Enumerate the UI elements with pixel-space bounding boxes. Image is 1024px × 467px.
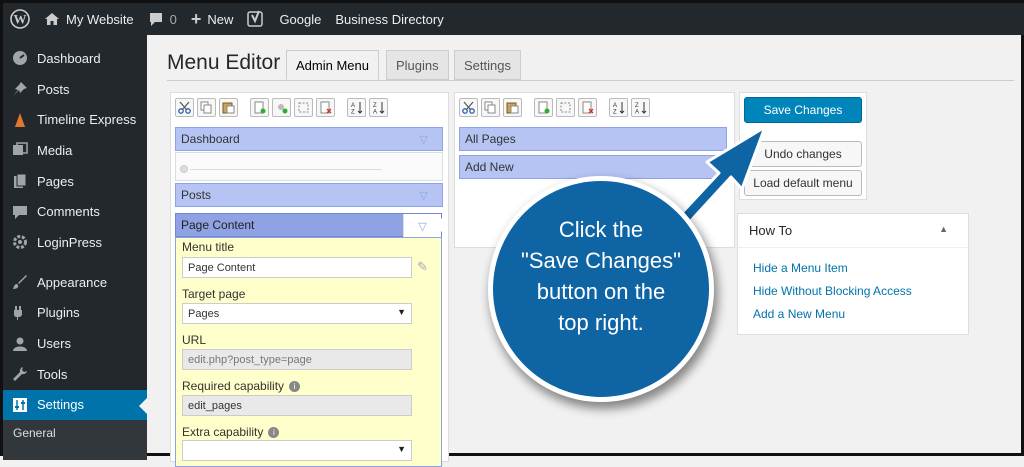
- callout-line: button on the: [536, 279, 666, 304]
- callout-line: top right.: [558, 310, 644, 335]
- callout-line: Click the: [558, 217, 644, 242]
- callout-line: "Save Changes": [521, 248, 681, 273]
- callout-bubble: Click the "Save Changes" button on the t…: [493, 181, 709, 397]
